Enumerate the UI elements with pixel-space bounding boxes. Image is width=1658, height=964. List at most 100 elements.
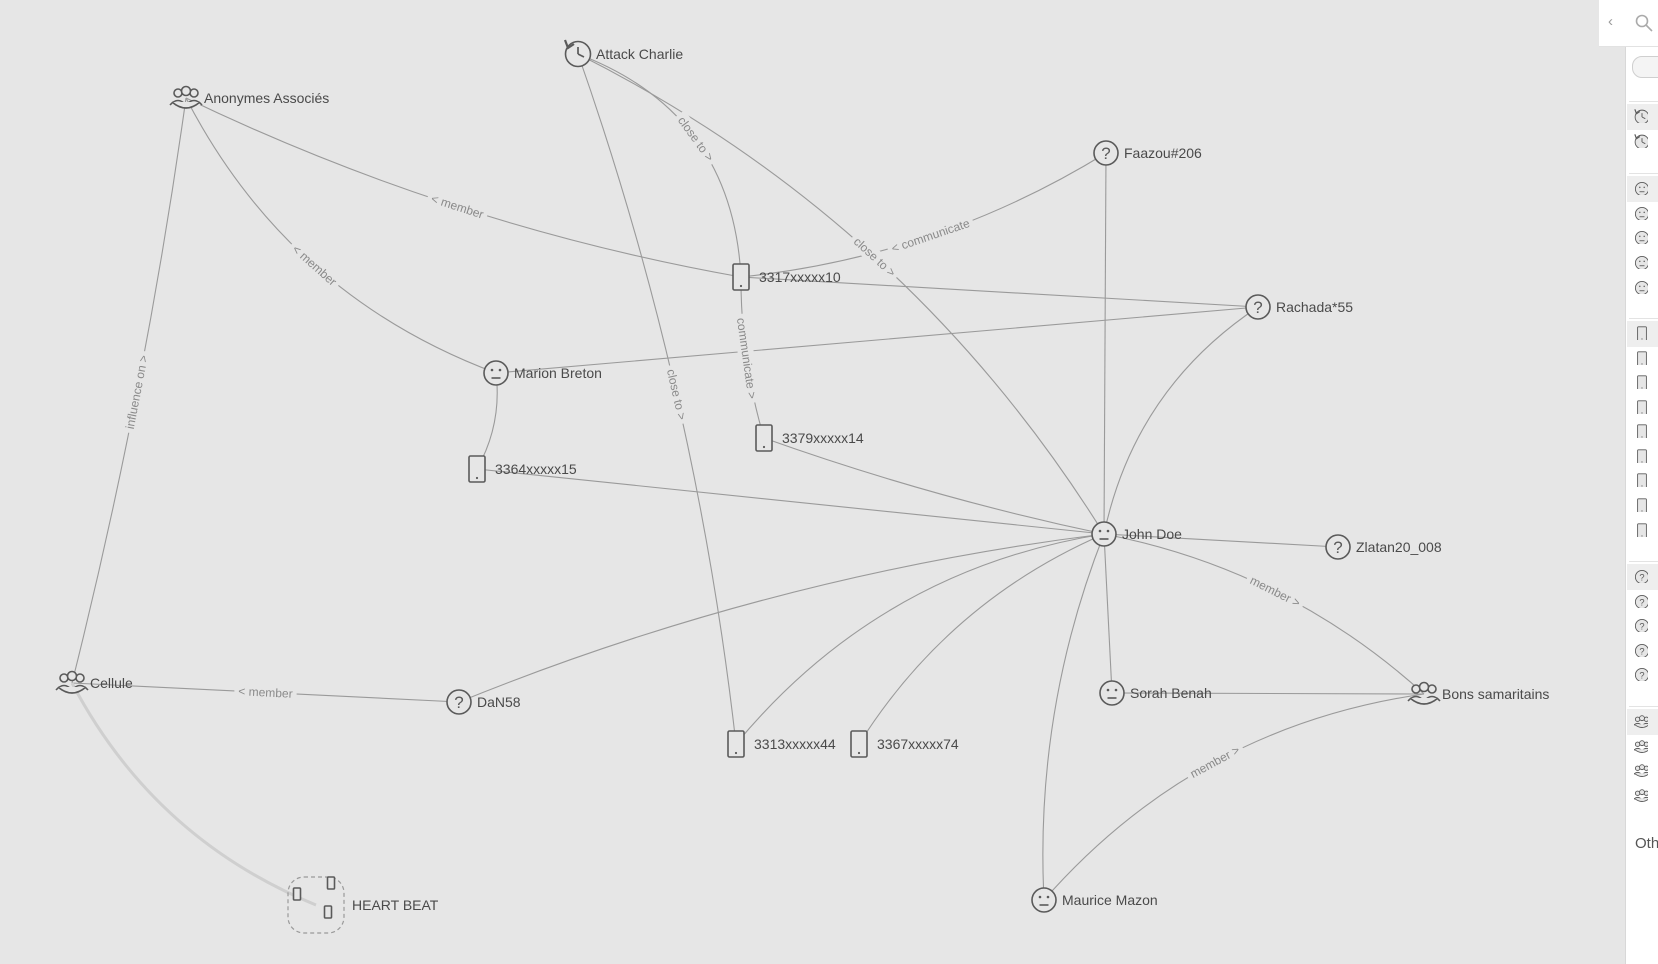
edge-label-dan-cellule: < member xyxy=(238,684,293,701)
svg-text:?: ? xyxy=(1639,646,1644,656)
node-p3313[interactable]: 3313xxxxx44 xyxy=(727,730,836,758)
panel-filter-question-icon[interactable]: ? xyxy=(1634,643,1648,657)
edge-john-maurice[interactable] xyxy=(1042,533,1105,901)
panel-filter-person-face-icon[interactable] xyxy=(1634,255,1648,269)
node-label: 3313xxxxx44 xyxy=(754,736,836,752)
edge-cellule-heart[interactable] xyxy=(70,682,317,907)
person-face-icon xyxy=(1099,680,1125,706)
node-p3317[interactable]: 3317xxxxx10 xyxy=(732,263,841,291)
panel-filter-question-icon[interactable]: ? xyxy=(1634,667,1648,681)
edge-marion-anon[interactable] xyxy=(185,97,497,374)
group-icon xyxy=(169,85,203,109)
edge-labels-layer: < member < member influence on > close to >… xyxy=(121,110,1307,784)
question-icon: ? xyxy=(1245,294,1271,320)
panel-filter-phone-icon[interactable] xyxy=(1634,498,1648,512)
edge-marion-p3364[interactable] xyxy=(476,372,498,470)
edge-marion-rachada[interactable] xyxy=(495,306,1259,374)
panel-filter-group-icon[interactable] xyxy=(1634,788,1648,802)
phone-icon xyxy=(1637,424,1647,438)
question-icon: ? xyxy=(1634,594,1648,608)
node-p3367[interactable]: 3367xxxxx74 xyxy=(850,730,959,758)
node-label: 3364xxxxx15 xyxy=(495,461,577,477)
panel-search-field[interactable] xyxy=(1632,56,1658,78)
panel-filter-phone-icon[interactable] xyxy=(1634,424,1648,438)
edge-p3313-john[interactable] xyxy=(735,533,1105,745)
panel-filter-phone-icon[interactable] xyxy=(1634,375,1648,389)
question-icon: ? xyxy=(1325,534,1351,560)
question-icon: ? xyxy=(1634,667,1648,681)
phone-icon xyxy=(468,455,486,483)
node-label: Marion Breton xyxy=(514,365,602,381)
chevron-left-icon[interactable]: ‹ xyxy=(1608,14,1613,29)
panel-filter-phone-icon[interactable] xyxy=(1634,449,1648,463)
edge-maurice-bons[interactable] xyxy=(1043,693,1425,901)
edge-p3379-john[interactable] xyxy=(763,437,1105,535)
panel-filter-person-face-icon[interactable] xyxy=(1634,280,1648,294)
node-faazou[interactable]: ? Faazou#206 xyxy=(1093,140,1202,166)
panel-filter-group-icon[interactable] xyxy=(1634,714,1648,728)
node-heart[interactable]: HEART BEAT xyxy=(287,876,439,934)
edge-rachada-john[interactable] xyxy=(1103,306,1259,535)
panel-filter-phone-icon[interactable] xyxy=(1634,473,1648,487)
graph-canvas[interactable]: < member < member influence on > close to >… xyxy=(0,0,1625,964)
panel-filter-person-face-icon[interactable] xyxy=(1634,181,1648,195)
node-label: HEART BEAT xyxy=(352,897,439,913)
person-face-icon xyxy=(483,360,509,386)
node-dan[interactable]: ? DaN58 xyxy=(446,689,521,715)
panel-filter-phone-icon[interactable] xyxy=(1634,351,1648,365)
panel-filter-question-icon[interactable]: ? xyxy=(1634,594,1648,608)
node-label: Bons samaritains xyxy=(1442,686,1549,702)
phone-icon xyxy=(732,263,750,291)
person-face-icon xyxy=(1634,206,1648,220)
panel-group-separator xyxy=(1629,561,1658,562)
edge-p3364-john[interactable] xyxy=(476,468,1105,535)
nodes-layer: Attack Charlie Anonymes Associés? Faazou#2… xyxy=(55,39,1549,934)
panel-filter-question-icon[interactable]: ? xyxy=(1634,569,1648,583)
panel-filter-person-face-icon[interactable] xyxy=(1634,206,1648,220)
group-icon xyxy=(1407,681,1441,705)
panel-filter-phone-icon[interactable] xyxy=(1634,400,1648,414)
edge-p3317-anon[interactable] xyxy=(185,97,742,278)
node-maurice[interactable]: Maurice Mazon xyxy=(1031,887,1158,913)
svg-text:?: ? xyxy=(1639,670,1644,680)
node-attack[interactable]: Attack Charlie xyxy=(563,39,683,68)
node-anon[interactable]: Anonymes Associés xyxy=(169,85,329,109)
node-marion[interactable]: Marion Breton xyxy=(483,360,602,386)
panel-filter-history-clock-icon[interactable] xyxy=(1634,109,1648,123)
edge-attack-p3317[interactable] xyxy=(577,53,742,278)
panel-other-label: Oth xyxy=(1635,835,1658,852)
edge-dan-john[interactable] xyxy=(458,533,1105,703)
node-cellule[interactable]: Cellule xyxy=(55,670,133,694)
edge-p3317-faazou[interactable] xyxy=(740,152,1107,278)
node-label: Anonymes Associés xyxy=(204,90,329,106)
phone-icon xyxy=(1637,523,1647,537)
node-p3379[interactable]: 3379xxxxx14 xyxy=(755,424,864,452)
panel-filter-history-clock-icon[interactable] xyxy=(1634,134,1648,148)
node-bons[interactable]: Bons samaritains xyxy=(1407,681,1549,705)
phone-icon xyxy=(1637,498,1647,512)
edge-faazou-john[interactable] xyxy=(1103,152,1107,535)
edge-john-bons[interactable] xyxy=(1103,533,1425,695)
panel-filter-group-icon[interactable] xyxy=(1634,739,1648,753)
panel-filter-group-icon[interactable] xyxy=(1634,763,1648,777)
graph-svg[interactable]: < member < member influence on > close to >… xyxy=(0,0,1625,964)
question-icon: ? xyxy=(1634,618,1648,632)
node-john[interactable]: John Doe xyxy=(1091,521,1182,547)
phone-icon xyxy=(755,424,773,452)
node-label: Faazou#206 xyxy=(1124,145,1202,161)
node-sorah[interactable]: Sorah Benah xyxy=(1099,680,1212,706)
node-zlatan[interactable]: ? Zlatan20_008 xyxy=(1325,534,1442,560)
panel-filter-phone-icon[interactable] xyxy=(1634,326,1648,340)
search-icon[interactable] xyxy=(1635,14,1653,32)
panel-filter-person-face-icon[interactable] xyxy=(1634,230,1648,244)
group-icon xyxy=(1634,740,1648,753)
node-label: 3379xxxxx14 xyxy=(782,430,864,446)
panel-filter-phone-icon[interactable] xyxy=(1634,523,1648,537)
edge-label-john-bons: member > xyxy=(1248,573,1303,610)
group-icon xyxy=(1634,789,1648,802)
edge-john-sorah[interactable] xyxy=(1103,533,1113,694)
panel-filter-question-icon[interactable]: ? xyxy=(1634,618,1648,632)
person-face-icon xyxy=(1634,230,1648,244)
node-rachada[interactable]: ? Rachada*55 xyxy=(1245,294,1353,320)
phone-icon xyxy=(1637,400,1647,414)
